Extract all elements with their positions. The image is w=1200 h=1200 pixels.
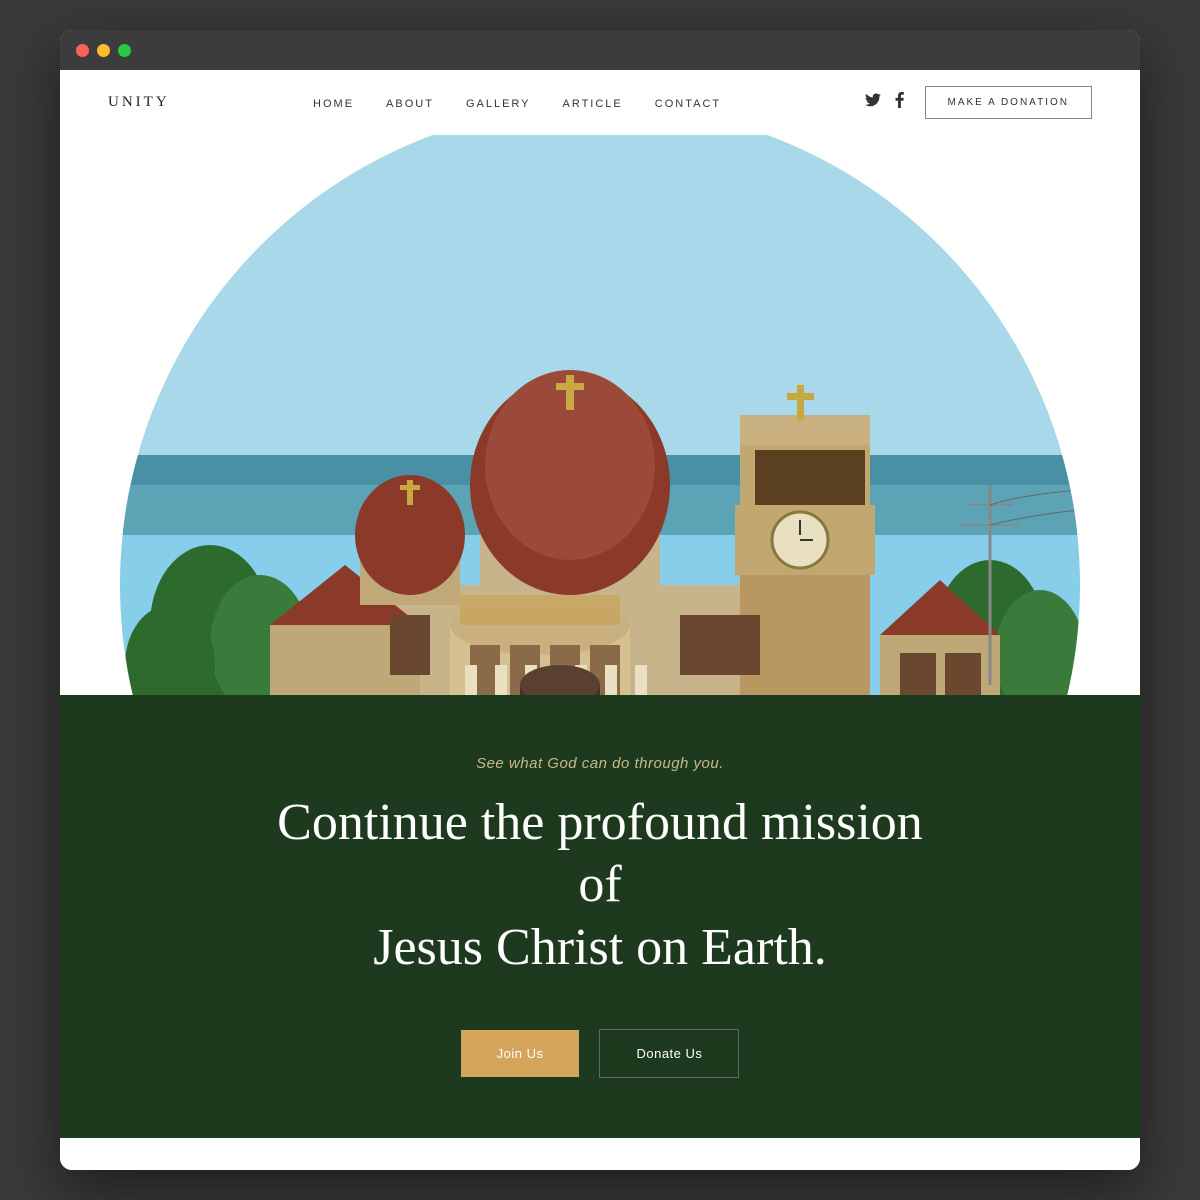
nav-link-contact[interactable]: CONTACT [655,98,721,110]
cta-buttons: Join Us Donate Us [461,1029,740,1078]
navbar: UNITY HOME ABOUT GALLERY ARTICLE CONTACT [60,70,1140,135]
traffic-light-close[interactable] [76,44,89,57]
nav-item-gallery[interactable]: GALLERY [466,94,531,112]
nav-item-contact[interactable]: CONTACT [655,94,721,112]
hero-circle-image [120,135,1080,695]
donate-us-button[interactable]: Donate Us [599,1029,739,1078]
make-donation-button[interactable]: MAKE A DONATION [925,86,1093,119]
tagline-text: See what God can do through you. [476,755,724,772]
site-logo[interactable]: UNITY [108,94,170,111]
nav-link-about[interactable]: ABOUT [386,98,434,110]
traffic-light-fullscreen[interactable] [118,44,131,57]
browser-window: UNITY HOME ABOUT GALLERY ARTICLE CONTACT [60,30,1140,1170]
heading-line2: Jesus Christ on Earth. [373,919,827,976]
church-illustration [120,135,1080,695]
dark-section: See what God can do through you. Continu… [60,695,1140,1138]
nav-item-article[interactable]: ARTICLE [563,94,623,112]
hero-section [60,135,1140,695]
nav-link-article[interactable]: ARTICLE [563,98,623,110]
nav-link-gallery[interactable]: GALLERY [466,98,531,110]
nav-item-about[interactable]: ABOUT [386,94,434,112]
traffic-light-minimize[interactable] [97,44,110,57]
browser-chrome [60,30,1140,70]
main-heading: Continue the profound mission of Jesus C… [250,792,950,979]
nav-right: MAKE A DONATION [865,86,1093,119]
heading-line1: Continue the profound mission of [277,794,923,913]
nav-links: HOME ABOUT GALLERY ARTICLE CONTACT [313,94,721,112]
twitter-icon[interactable] [865,93,881,112]
page-content: UNITY HOME ABOUT GALLERY ARTICLE CONTACT [60,70,1140,1170]
nav-link-home[interactable]: HOME [313,98,354,110]
nav-social [865,92,905,113]
join-us-button[interactable]: Join Us [461,1030,580,1077]
nav-item-home[interactable]: HOME [313,94,354,112]
facebook-icon[interactable] [895,92,905,113]
